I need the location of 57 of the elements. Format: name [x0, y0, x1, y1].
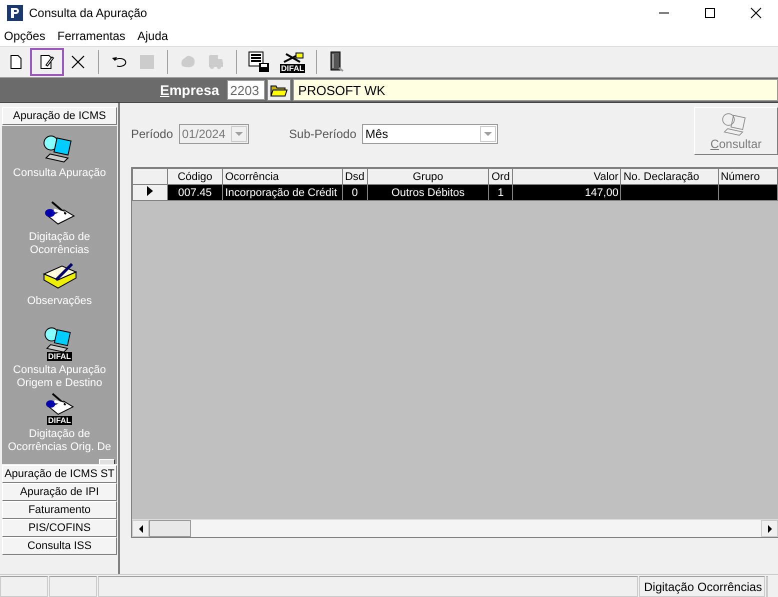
- undo-icon: [111, 54, 127, 70]
- status-panel: [0, 576, 48, 597]
- column-header[interactable]: Ord: [488, 168, 512, 184]
- status-panel: Digitação Ocorrências: [639, 576, 765, 597]
- table-cell: Outros Débitos: [391, 186, 465, 198]
- sidebar-group-header[interactable]: PIS/COFINS: [2, 519, 117, 537]
- row-pointer-icon: [146, 186, 153, 196]
- delete-icon: [70, 54, 86, 70]
- empresa-code-field[interactable]: 2203: [227, 80, 266, 100]
- close-icon[interactable]: [750, 7, 762, 19]
- sidebar-group-header[interactable]: Apuração de ICMS: [2, 107, 117, 125]
- maximize-icon[interactable]: [704, 7, 716, 19]
- table-cell: 0: [352, 186, 358, 198]
- app-logo-icon: [7, 5, 23, 21]
- toolbar-button[interactable]: [30, 48, 64, 76]
- difal-badge: DIFAL: [46, 352, 72, 361]
- column-header[interactable]: Grupo: [367, 168, 489, 184]
- column-header[interactable]: Ocorrência: [222, 168, 342, 184]
- menu-item[interactable]: Opções: [4, 29, 46, 43]
- table-cell: 1: [498, 186, 504, 198]
- filter-label: Sub-Período: [289, 127, 356, 141]
- filter-label: Período: [131, 127, 174, 141]
- caret-down-icon: [484, 132, 492, 136]
- column-header[interactable]: Número: [718, 168, 778, 184]
- column-header[interactable]: Código: [167, 168, 223, 184]
- edit-document-icon: [39, 54, 55, 70]
- toolbar-button[interactable]: DIFAL: [275, 48, 310, 76]
- sidebar-group-header[interactable]: Apuração de ICMS ST: [2, 465, 117, 483]
- sidebar-group-header[interactable]: Faturamento: [2, 501, 117, 519]
- column-header[interactable]: Dsd: [342, 168, 368, 184]
- scroll-right-button[interactable]: [761, 520, 778, 537]
- empresa-label: Empresa: [160, 82, 220, 98]
- report-icon: [248, 51, 270, 73]
- menu-item[interactable]: Ferramentas: [57, 29, 126, 43]
- column-header[interactable]: No. Declaração: [620, 168, 718, 184]
- caret-left-icon: [138, 524, 142, 532]
- table-cell: 007.45: [178, 186, 212, 198]
- table-cell: 147,00: [584, 186, 618, 198]
- difal-badge: DIFAL: [46, 416, 72, 425]
- caret-right-icon: [768, 524, 772, 532]
- caret-down-icon: [235, 132, 244, 136]
- new-document-icon: [8, 54, 24, 70]
- exit-door-icon: [329, 51, 346, 73]
- stop-icon: [139, 54, 155, 70]
- scrollbar-thumb[interactable]: [149, 520, 191, 537]
- sidebar-group-header[interactable]: Consulta ISS: [2, 537, 117, 555]
- empresa-name-field[interactable]: PROSOFT WK: [293, 79, 778, 101]
- truck-icon: [208, 54, 224, 70]
- menu-item[interactable]: Ajuda: [137, 29, 168, 43]
- table-cell: Incorporação de Crédit: [225, 186, 338, 198]
- period-dropdown[interactable]: Mês: [362, 124, 498, 144]
- sidebar-group-header[interactable]: Apuração de IPI: [2, 483, 117, 501]
- cloud-icon: [180, 54, 196, 70]
- open-folder-button[interactable]: [267, 79, 292, 101]
- window-title: Consulta da Apuração: [29, 6, 148, 20]
- scroll-left-button[interactable]: [132, 520, 149, 537]
- column-header[interactable]: Valor: [512, 168, 621, 184]
